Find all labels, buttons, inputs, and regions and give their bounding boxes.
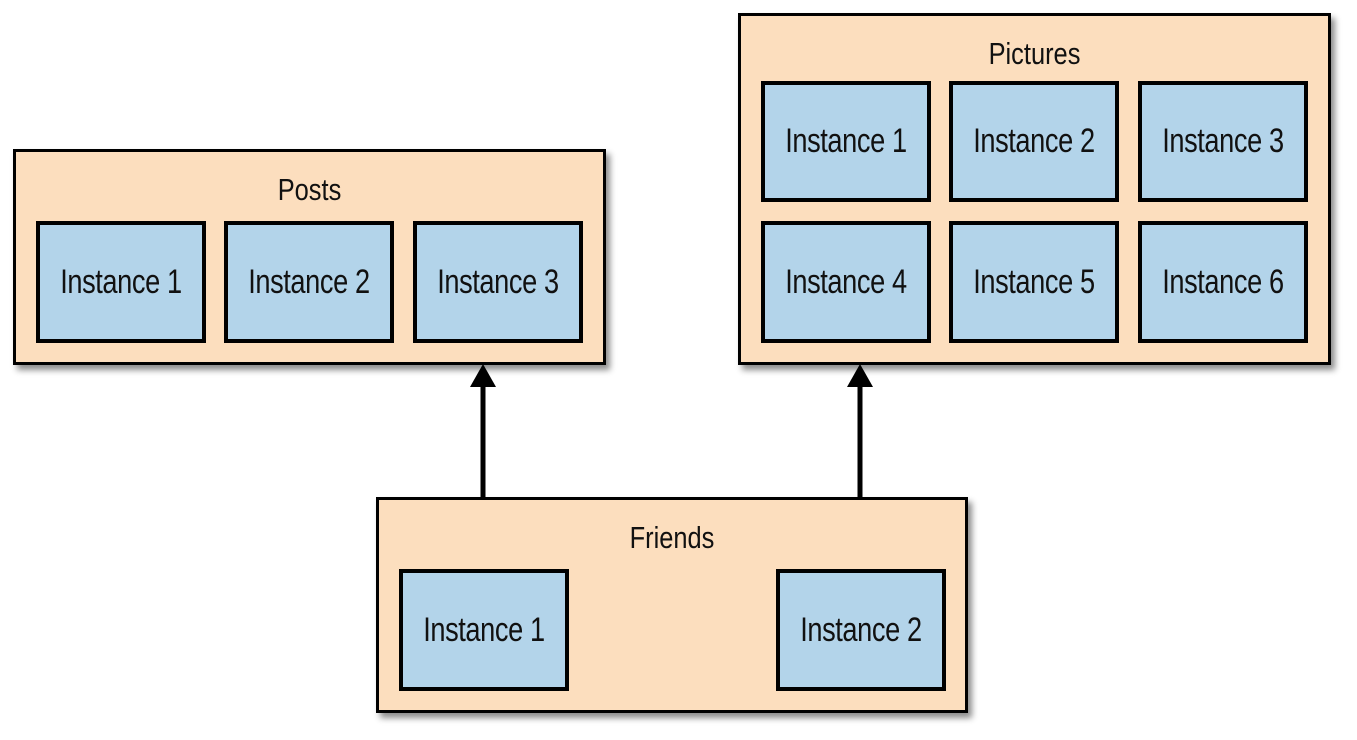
- posts-instance-1: Instance 1: [36, 221, 206, 343]
- instance-label: Instance 6: [1162, 262, 1284, 301]
- instance-label: Instance 2: [973, 122, 1095, 160]
- pictures-instance-1: Instance 1: [761, 81, 931, 202]
- pictures-instance-2: Instance 2: [949, 81, 1119, 202]
- instance-label: Instance 2: [248, 262, 370, 301]
- arrow-friends-to-pictures: [847, 364, 873, 498]
- friends-instance-2: Instance 2: [776, 569, 946, 691]
- pictures-instance-5: Instance 5: [949, 221, 1119, 343]
- pictures-instance-4: Instance 4: [761, 221, 931, 343]
- arrow-friends-to-posts: [470, 364, 496, 498]
- friends-title: Friends: [629, 520, 715, 555]
- instance-label: Instance 1: [423, 610, 545, 649]
- pictures-instance-6: Instance 6: [1138, 221, 1308, 343]
- pictures-title: Pictures: [988, 36, 1081, 71]
- posts-instance-3: Instance 3: [413, 221, 583, 343]
- pictures-instance-3: Instance 3: [1138, 81, 1308, 202]
- instance-label: Instance 2: [800, 610, 922, 649]
- posts-instance-2: Instance 2: [224, 221, 394, 343]
- instance-label: Instance 3: [437, 262, 559, 301]
- posts-title: Posts: [277, 172, 342, 207]
- instance-label: Instance 4: [785, 262, 907, 301]
- instance-label: Instance 5: [973, 262, 1095, 301]
- instance-label: Instance 1: [785, 122, 907, 160]
- friends-instance-1: Instance 1: [399, 569, 569, 691]
- instance-label: Instance 3: [1162, 122, 1284, 160]
- instance-label: Instance 1: [60, 262, 182, 301]
